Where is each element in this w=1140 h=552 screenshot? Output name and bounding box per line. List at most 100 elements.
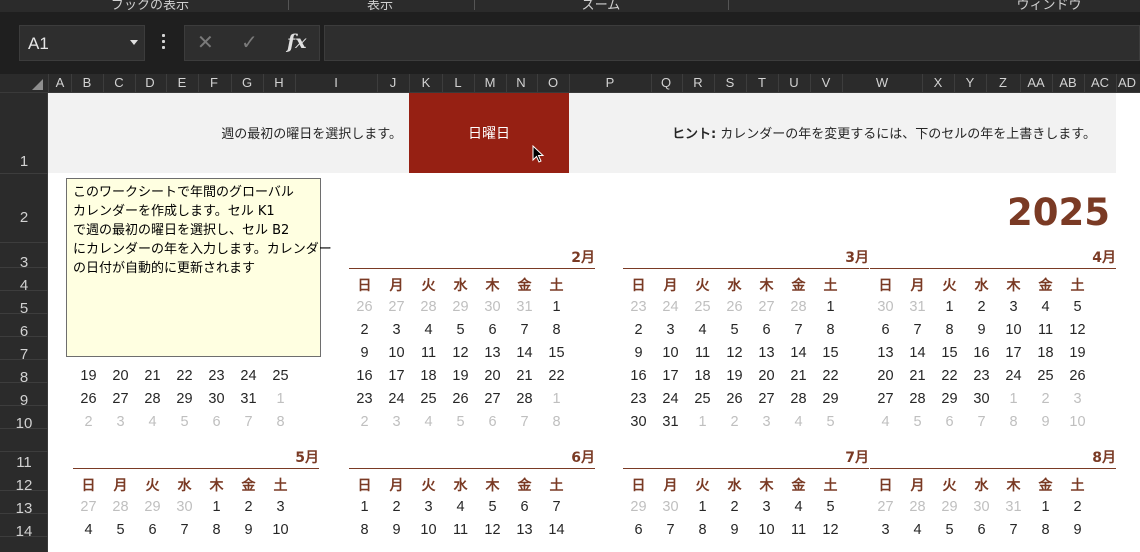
- calendar-day[interactable]: 5: [815, 499, 846, 515]
- column-header-u[interactable]: U: [789, 75, 798, 90]
- calendar-day[interactable]: 28: [902, 499, 933, 515]
- calendar-day[interactable]: 4: [1030, 299, 1061, 315]
- column-header-ad[interactable]: AD: [1118, 75, 1136, 90]
- calendar-day[interactable]: 3: [413, 499, 444, 515]
- calendar-day[interactable]: 23: [966, 368, 997, 384]
- calendar-day[interactable]: 1: [265, 391, 296, 407]
- column-header-h[interactable]: H: [274, 75, 283, 90]
- calendar-day[interactable]: 16: [349, 368, 380, 384]
- calendar-day[interactable]: 26: [1062, 368, 1093, 384]
- calendar-day[interactable]: 3: [1062, 391, 1093, 407]
- calendar-day[interactable]: 24: [998, 368, 1029, 384]
- calendar-day[interactable]: 5: [477, 499, 508, 515]
- calendar-day[interactable]: 31: [509, 299, 540, 315]
- calendar-day[interactable]: 20: [751, 368, 782, 384]
- calendar-day[interactable]: 16: [966, 345, 997, 361]
- calendar-day[interactable]: 16: [623, 368, 654, 384]
- calendar-day[interactable]: 1: [541, 391, 572, 407]
- calendar-day[interactable]: 7: [783, 322, 814, 338]
- calendar-day[interactable]: 9: [966, 322, 997, 338]
- row-header-11[interactable]: 11: [0, 454, 48, 471]
- calendar-day[interactable]: 8: [934, 322, 965, 338]
- calendar-day[interactable]: 6: [477, 322, 508, 338]
- calendar-day[interactable]: 6: [509, 499, 540, 515]
- calendar-day[interactable]: 6: [477, 414, 508, 430]
- calendar-day[interactable]: 29: [623, 499, 654, 515]
- calendar-day[interactable]: 2: [719, 499, 750, 515]
- calendar-day[interactable]: 14: [902, 345, 933, 361]
- calendar-day[interactable]: 1: [1030, 499, 1061, 515]
- calendar-day[interactable]: 1: [815, 299, 846, 315]
- column-header-b[interactable]: B: [83, 75, 92, 90]
- calendar-day[interactable]: 5: [445, 322, 476, 338]
- calendar-day[interactable]: 28: [137, 391, 168, 407]
- calendar-day[interactable]: 10: [751, 522, 782, 538]
- calendar-day[interactable]: 25: [265, 368, 296, 384]
- calendar-day[interactable]: 18: [413, 368, 444, 384]
- calendar-day[interactable]: 3: [751, 414, 782, 430]
- calendar-day[interactable]: 11: [687, 345, 718, 361]
- calendar-day[interactable]: 30: [169, 499, 200, 515]
- calendar-day[interactable]: 30: [870, 299, 901, 315]
- column-header-q[interactable]: Q: [661, 75, 671, 90]
- column-header-z[interactable]: Z: [999, 75, 1007, 90]
- calendar-day[interactable]: 25: [687, 299, 718, 315]
- calendar-day[interactable]: 24: [655, 299, 686, 315]
- calendar-day[interactable]: 3: [870, 522, 901, 538]
- calendar-day[interactable]: 20: [870, 368, 901, 384]
- calendar-day[interactable]: 7: [966, 414, 997, 430]
- calendar-day[interactable]: 27: [73, 499, 104, 515]
- column-header-n[interactable]: N: [516, 75, 525, 90]
- column-header-i[interactable]: I: [334, 75, 338, 90]
- calendar-day[interactable]: 7: [655, 522, 686, 538]
- calendar-day[interactable]: 14: [783, 345, 814, 361]
- calendar-day[interactable]: 6: [934, 414, 965, 430]
- calendar-day[interactable]: 10: [1062, 414, 1093, 430]
- calendar-day[interactable]: 19: [1062, 345, 1093, 361]
- calendar-day[interactable]: 10: [655, 345, 686, 361]
- calendar-day[interactable]: 2: [1030, 391, 1061, 407]
- calendar-day[interactable]: 27: [477, 391, 508, 407]
- calendar-day[interactable]: 12: [719, 345, 750, 361]
- column-header-x[interactable]: X: [934, 75, 943, 90]
- column-header-t[interactable]: T: [758, 75, 766, 90]
- calendar-day[interactable]: 29: [815, 391, 846, 407]
- calendar-day[interactable]: 3: [265, 499, 296, 515]
- calendar-day[interactable]: 29: [934, 499, 965, 515]
- calendar-day[interactable]: 4: [445, 499, 476, 515]
- calendar-day[interactable]: 4: [137, 414, 168, 430]
- column-header-p[interactable]: P: [606, 75, 615, 90]
- calendar-day[interactable]: 2: [233, 499, 264, 515]
- calendar-day[interactable]: 26: [73, 391, 104, 407]
- calendar-day[interactable]: 28: [509, 391, 540, 407]
- calendar-day[interactable]: 4: [902, 522, 933, 538]
- calendar-day[interactable]: 12: [815, 522, 846, 538]
- calendar-day[interactable]: 22: [815, 368, 846, 384]
- calendar-day[interactable]: 28: [105, 499, 136, 515]
- row-header-4[interactable]: 4: [0, 277, 48, 294]
- column-header-w[interactable]: W: [876, 75, 888, 90]
- calendar-day[interactable]: 30: [655, 499, 686, 515]
- calendar-day[interactable]: 1: [687, 499, 718, 515]
- calendar-day[interactable]: 18: [1030, 345, 1061, 361]
- column-header-f[interactable]: F: [210, 75, 218, 90]
- calendar-day[interactable]: 28: [902, 391, 933, 407]
- calendar-day[interactable]: 25: [413, 391, 444, 407]
- calendar-day[interactable]: 3: [381, 414, 412, 430]
- calendar-day[interactable]: 3: [655, 322, 686, 338]
- calendar-day[interactable]: 29: [445, 299, 476, 315]
- calendar-day[interactable]: 3: [998, 299, 1029, 315]
- cancel-icon[interactable]: ✕: [197, 30, 214, 54]
- calendar-day[interactable]: 8: [1030, 522, 1061, 538]
- calendar-day[interactable]: 21: [902, 368, 933, 384]
- calendar-day[interactable]: 26: [719, 299, 750, 315]
- calendar-day[interactable]: 2: [73, 414, 104, 430]
- calendar-day[interactable]: 19: [445, 368, 476, 384]
- calendar-day[interactable]: 11: [1030, 322, 1061, 338]
- calendar-day[interactable]: 4: [413, 414, 444, 430]
- column-header-e[interactable]: E: [178, 75, 187, 90]
- calendar-day[interactable]: 17: [998, 345, 1029, 361]
- calendar-day[interactable]: 27: [381, 299, 412, 315]
- calendar-day[interactable]: 7: [509, 414, 540, 430]
- calendar-day[interactable]: 11: [445, 522, 476, 538]
